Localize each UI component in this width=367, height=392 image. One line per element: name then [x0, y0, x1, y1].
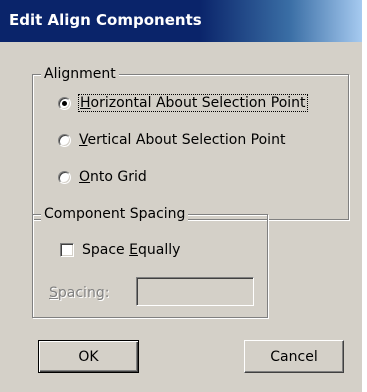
ok-button[interactable]: OK	[38, 340, 139, 373]
edit-align-dialog: Edit Align Components Alignment Horizont…	[0, 0, 362, 392]
spacing-label: Spacing:	[49, 285, 110, 301]
title-bar[interactable]: Edit Align Components	[0, 0, 362, 42]
space-equally-checkbox[interactable]	[60, 243, 74, 257]
radio-onto-grid-label: Onto Grid	[79, 169, 147, 185]
alignment-legend: Alignment	[41, 65, 119, 83]
space-equally-checkbox-row[interactable]: Space Equally	[60, 242, 180, 258]
radio-vertical-label: Vertical About Selection Point	[79, 132, 286, 148]
component-spacing-legend: Component Spacing	[41, 205, 189, 223]
radio-horizontal[interactable]: Horizontal About Selection Point	[58, 94, 308, 112]
space-equally-label: Space Equally	[82, 242, 181, 258]
radio-button[interactable]	[58, 170, 71, 184]
radio-button[interactable]	[58, 133, 71, 147]
radio-onto-grid[interactable]: Onto Grid	[58, 169, 147, 185]
radio-button-selected[interactable]	[58, 96, 71, 110]
spacing-input[interactable]	[136, 277, 254, 306]
radio-vertical[interactable]: Vertical About Selection Point	[58, 132, 285, 148]
radio-horizontal-label: Horizontal About Selection Point	[78, 94, 308, 112]
window-title: Edit Align Components	[9, 11, 202, 29]
cancel-button[interactable]: Cancel	[244, 340, 344, 373]
